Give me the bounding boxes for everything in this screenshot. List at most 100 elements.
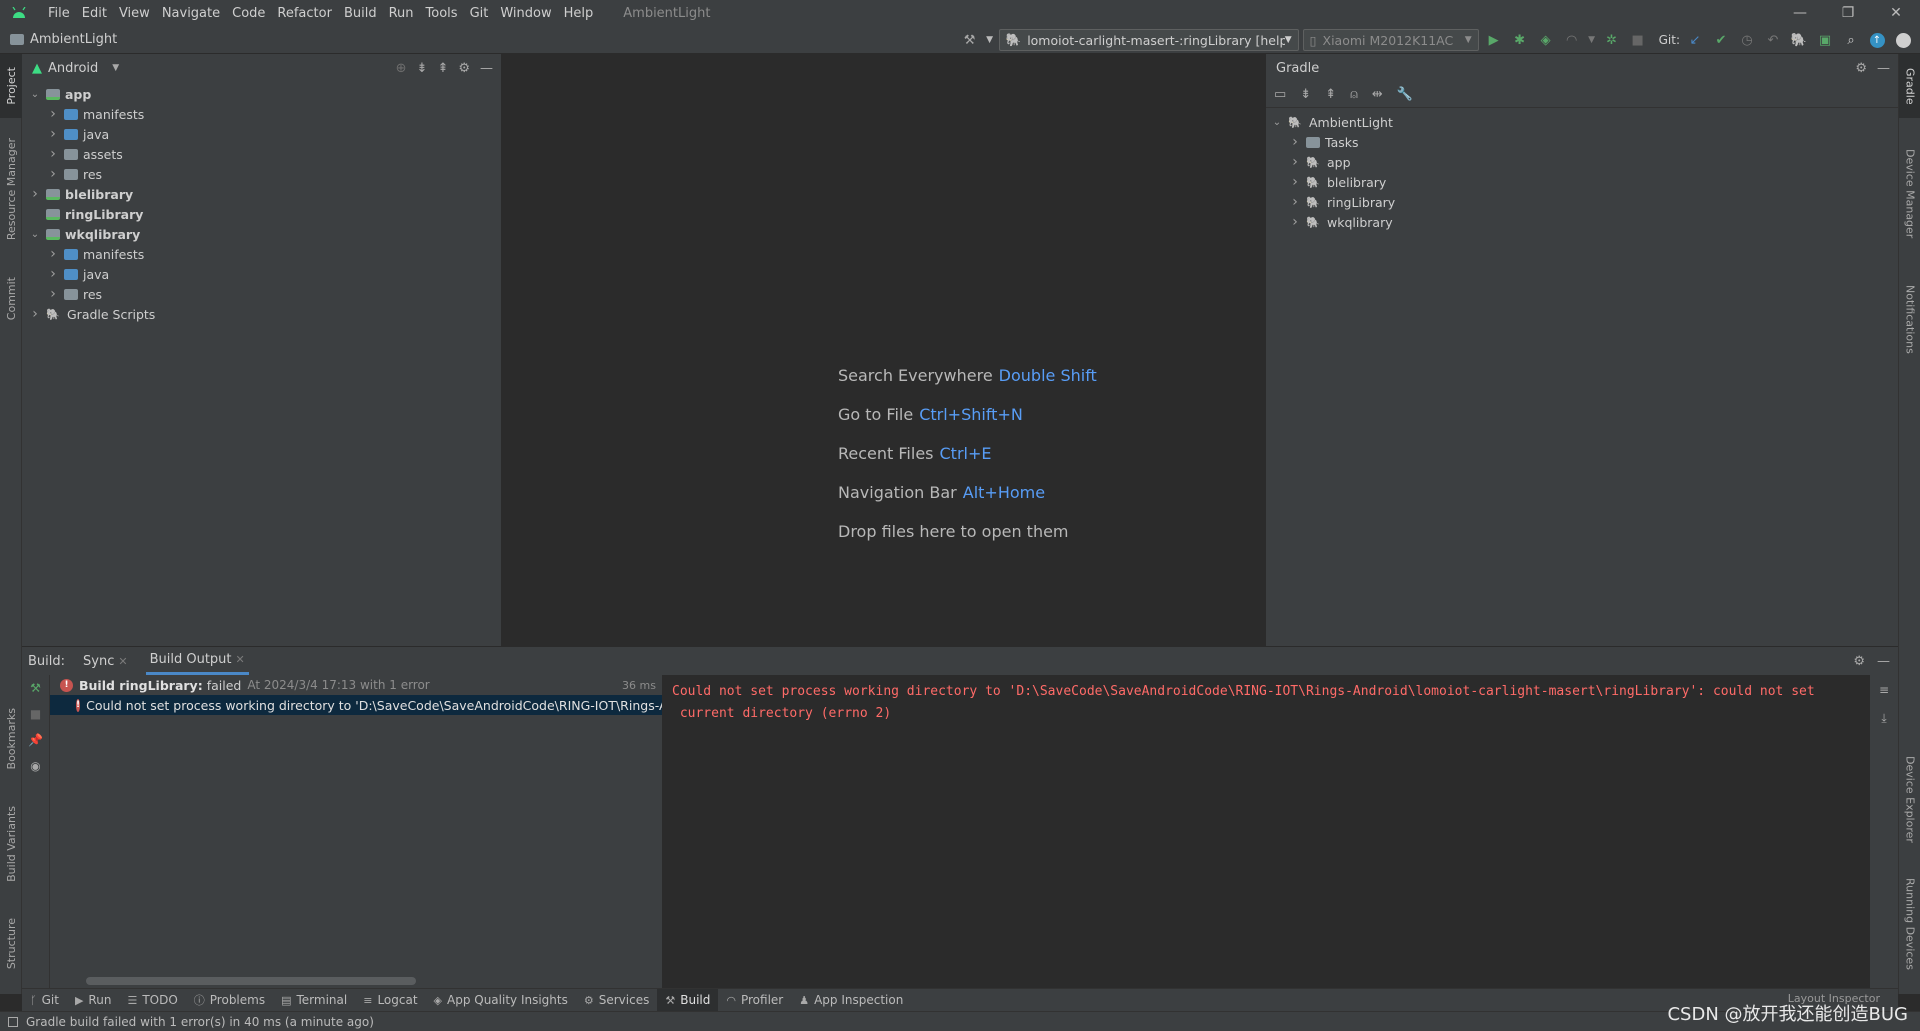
chevron-right-icon[interactable]: › — [46, 246, 60, 262]
gradle-tree-item[interactable]: ⌄ 🐘 AmbientLight — [1266, 112, 1898, 132]
tool-window-todo[interactable]: ☰ TODO — [119, 989, 185, 1012]
tab-project[interactable]: Project — [0, 54, 22, 118]
tool-window-problems[interactable]: ⓘ Problems — [186, 989, 273, 1012]
tree-item[interactable]: › manifests — [22, 244, 501, 264]
menu-refactor[interactable]: Refactor — [271, 6, 338, 21]
chevron-right-icon[interactable]: › — [46, 106, 60, 122]
close-icon[interactable]: ✕ — [118, 655, 127, 668]
attach-debugger-icon[interactable]: ✲ — [1601, 29, 1623, 51]
tab-build-variants[interactable]: Build Variants — [0, 794, 22, 894]
hide-icon[interactable]: — — [480, 61, 493, 76]
tab-device-explorer[interactable]: Device Explorer — [1899, 744, 1920, 854]
menu-navigate[interactable]: Navigate — [156, 6, 226, 21]
menu-git[interactable]: Git — [464, 6, 495, 21]
gear-icon[interactable]: ⚙ — [1853, 654, 1865, 669]
menu-code[interactable]: Code — [226, 6, 271, 21]
chevron-down-icon[interactable]: ⌄ — [28, 229, 42, 240]
chevron-right-icon[interactable]: › — [1288, 194, 1302, 210]
collapse-all-icon[interactable]: ⇞ — [1325, 87, 1336, 102]
breadcrumb[interactable]: AmbientLight — [10, 32, 117, 47]
chevron-down-icon[interactable]: ▼ — [112, 63, 119, 73]
collapse-all-icon[interactable]: ⇞ — [437, 61, 448, 76]
coverage-icon[interactable]: ◈ — [1535, 29, 1557, 51]
stop-icon[interactable]: ■ — [1627, 29, 1649, 51]
chevron-down-icon[interactable]: ⌄ — [28, 89, 42, 100]
status-message[interactable]: Gradle build failed with 1 error(s) in 4… — [26, 1015, 374, 1029]
build-hammer-icon[interactable]: ⚒ — [959, 29, 981, 51]
debug-icon[interactable]: ✱ — [1509, 29, 1531, 51]
chevron-right-icon[interactable]: › — [46, 266, 60, 282]
tree-item[interactable]: › blelibrary — [22, 184, 501, 204]
chevron-down-icon[interactable]: ▼ — [985, 29, 995, 51]
tool-window-app-quality-insights[interactable]: ◈ App Quality Insights — [426, 989, 576, 1012]
tool-windows-toggle-icon[interactable] — [8, 1016, 18, 1027]
tree-item[interactable]: › assets — [22, 144, 501, 164]
stop-icon[interactable]: ■ — [22, 701, 49, 727]
hide-icon[interactable]: — — [1877, 61, 1890, 76]
tool-window-run[interactable]: ▶ Run — [67, 989, 119, 1012]
menu-window[interactable]: Window — [494, 6, 557, 21]
git-commit-icon[interactable]: ✔ — [1710, 29, 1732, 51]
menu-file[interactable]: File — [42, 6, 76, 21]
tab-running-devices[interactable]: Running Devices — [1899, 864, 1920, 984]
menu-build[interactable]: Build — [338, 6, 383, 21]
tab-sync[interactable]: Sync ✕ — [79, 647, 132, 675]
device-mirror-icon[interactable]: ▣ — [1814, 29, 1836, 51]
tool-window-terminal[interactable]: ▤ Terminal — [273, 989, 355, 1012]
chevron-right-icon[interactable]: › — [46, 166, 60, 182]
soft-wrap-icon[interactable]: ≡ — [1870, 677, 1898, 703]
chevron-right-icon[interactable]: › — [28, 306, 42, 322]
chevron-right-icon[interactable]: › — [46, 146, 60, 162]
tree-item[interactable]: › res — [22, 164, 501, 184]
tool-window-services[interactable]: ⚙ Services — [576, 989, 657, 1012]
tool-window-profiler[interactable]: ◠ Profiler — [718, 989, 791, 1012]
gradle-tree-item[interactable]: › Tasks — [1266, 132, 1898, 152]
update-icon[interactable]: ↑ — [1866, 29, 1888, 51]
tab-gradle[interactable]: Gradle — [1899, 54, 1920, 118]
tree-item[interactable]: › res — [22, 284, 501, 304]
git-history-icon[interactable]: ◷ — [1736, 29, 1758, 51]
device-select[interactable]: ▯ Xiaomi M2012K11AC ▼ — [1302, 29, 1479, 51]
tool-window-app-inspection[interactable]: ♟ App Inspection — [791, 989, 911, 1012]
menu-edit[interactable]: Edit — [76, 6, 113, 21]
tab-device-manager[interactable]: Device Manager — [1899, 134, 1920, 254]
git-update-icon[interactable]: ↙ — [1684, 29, 1706, 51]
eye-icon[interactable]: ◉ — [22, 753, 49, 779]
execute-task-icon[interactable]: ⍝ — [1350, 87, 1358, 102]
gradle-tree-item[interactable]: › 🐘 app — [1266, 152, 1898, 172]
tree-item[interactable]: ⌄ wkqlibrary — [22, 224, 501, 244]
build-tree-error-row[interactable]: ! Could not set process working director… — [50, 695, 662, 715]
menu-view[interactable]: View — [113, 6, 156, 21]
chevron-down-icon[interactable]: ⌄ — [1270, 117, 1284, 128]
close-icon[interactable]: ✕ — [1872, 0, 1920, 26]
search-icon[interactable]: ⌕ — [1840, 29, 1862, 51]
menu-tools[interactable]: Tools — [420, 6, 464, 21]
tab-bookmarks[interactable]: Bookmarks — [0, 694, 22, 784]
chevron-right-icon[interactable]: › — [1288, 154, 1302, 170]
tab-build-output[interactable]: Build Output ✕ — [145, 647, 249, 675]
tab-structure[interactable]: Structure — [0, 904, 22, 984]
chevron-right-icon[interactable]: › — [46, 126, 60, 142]
gradle-tree-item[interactable]: › 🐘 ringLibrary — [1266, 192, 1898, 212]
rebuild-hammer-icon[interactable]: ⚒ — [22, 675, 49, 701]
build-tree-root[interactable]: ! Build ringLibrary: failed At 2024/3/4 … — [50, 675, 662, 695]
tree-item[interactable]: ringLibrary — [22, 204, 501, 224]
restore-icon[interactable]: ❐ — [1824, 0, 1872, 26]
run-configuration-select[interactable]: 🐘 lomoiot-carlight-masert-:ringLibrary [… — [998, 29, 1299, 51]
git-rollback-icon[interactable]: ↶ — [1762, 29, 1784, 51]
chevron-right-icon[interactable]: › — [46, 286, 60, 302]
menu-run[interactable]: Run — [383, 6, 420, 21]
wrench-icon[interactable]: 🔧 — [1397, 87, 1413, 102]
tree-item[interactable]: › 🐘 Gradle Scripts — [22, 304, 501, 324]
project-view-select[interactable]: Android — [48, 61, 98, 76]
tree-item[interactable]: › java — [22, 124, 501, 144]
tab-resource-manager[interactable]: Resource Manager — [0, 124, 22, 254]
gradle-tree-item[interactable]: › 🐘 wkqlibrary — [1266, 212, 1898, 232]
sync-gradle-icon[interactable]: 🐘 — [1788, 29, 1810, 51]
chevron-right-icon[interactable]: › — [28, 186, 42, 202]
minimize-icon[interactable]: — — [1776, 0, 1824, 26]
tool-window-logcat[interactable]: ≡ Logcat — [355, 989, 425, 1012]
tree-item[interactable]: › java — [22, 264, 501, 284]
gear-icon[interactable]: ⚙ — [458, 61, 470, 76]
gradle-tree-item[interactable]: › 🐘 blelibrary — [1266, 172, 1898, 192]
